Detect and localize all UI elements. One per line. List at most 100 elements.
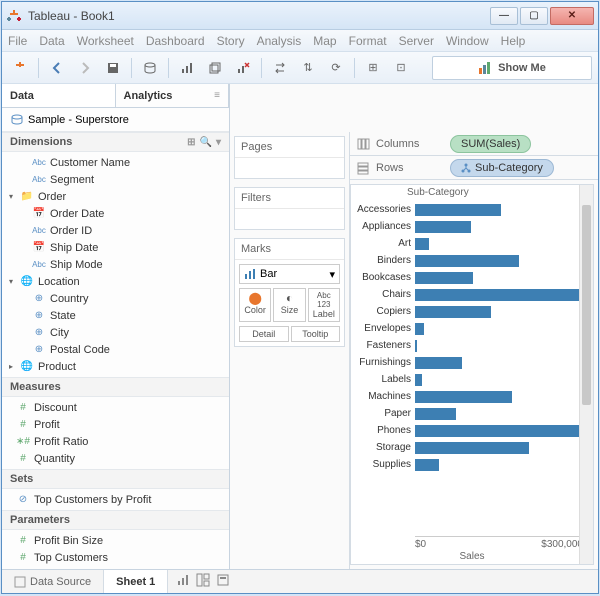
dimensions-menu-icon[interactable]: ▾: [216, 137, 221, 148]
bar-fill[interactable]: [415, 374, 422, 386]
new-datasource-button[interactable]: [138, 56, 162, 80]
folder-order[interactable]: ▾📁Order: [2, 188, 229, 205]
bar-fill[interactable]: [415, 459, 439, 471]
columns-shelf[interactable]: Columns SUM(Sales): [350, 132, 598, 156]
visualization[interactable]: Sub-Category AccessoriesAppliancesArtBin…: [350, 184, 594, 565]
menu-window[interactable]: Window: [446, 34, 489, 48]
bar-row[interactable]: Fasteners: [351, 337, 593, 354]
bar-fill[interactable]: [415, 289, 583, 301]
show-me-button[interactable]: Show Me: [432, 56, 592, 80]
bar-row[interactable]: Bookcases: [351, 269, 593, 286]
bar-fill[interactable]: [415, 255, 519, 267]
bar-row[interactable]: Labels: [351, 371, 593, 388]
bar-fill[interactable]: [415, 425, 583, 437]
menu-map[interactable]: Map: [313, 34, 336, 48]
tooltip-button[interactable]: Tooltip: [291, 326, 341, 342]
rows-shelf[interactable]: Rows Sub-Category: [350, 156, 598, 180]
fit-button[interactable]: ⊡: [389, 56, 413, 80]
bar-row[interactable]: Chairs: [351, 286, 593, 303]
bar-row[interactable]: Appliances: [351, 218, 593, 235]
bar-row[interactable]: Storage: [351, 439, 593, 456]
bar-fill[interactable]: [415, 272, 473, 284]
bar-row[interactable]: Phones: [351, 422, 593, 439]
vertical-scrollbar[interactable]: [579, 185, 593, 564]
refresh-button[interactable]: ⟳: [324, 56, 348, 80]
datasource-item[interactable]: Sample - Superstore: [2, 108, 229, 132]
swap-button[interactable]: [268, 56, 292, 80]
bar-fill[interactable]: [415, 442, 529, 454]
new-dashboard-tab-button[interactable]: [196, 573, 210, 590]
forward-button[interactable]: [73, 56, 97, 80]
field-discount[interactable]: #Discount: [2, 399, 229, 416]
field-ship-mode[interactable]: AbcShip Mode: [2, 256, 229, 273]
bar-row[interactable]: Accessories: [351, 201, 593, 218]
bar-fill[interactable]: [415, 323, 424, 335]
bar-row[interactable]: Binders: [351, 252, 593, 269]
analytics-menu-icon[interactable]: ≡: [214, 90, 220, 101]
tab-datasource[interactable]: Data Source: [2, 570, 104, 593]
menu-data[interactable]: Data: [39, 34, 64, 48]
bar-row[interactable]: Envelopes: [351, 320, 593, 337]
columns-pill-sum-sales[interactable]: SUM(Sales): [450, 135, 531, 153]
new-worksheet-button[interactable]: [175, 56, 199, 80]
rows-pill-sub-category[interactable]: Sub-Category: [450, 159, 554, 177]
detail-button[interactable]: Detail: [239, 326, 289, 342]
folder-product[interactable]: ▸🌐Product: [2, 358, 229, 375]
minimize-button[interactable]: —: [490, 7, 518, 25]
bar-row[interactable]: Art: [351, 235, 593, 252]
bar-row[interactable]: Furnishings: [351, 354, 593, 371]
field-postal-code[interactable]: ⊕Postal Code: [2, 341, 229, 358]
tab-data[interactable]: Data: [2, 84, 116, 107]
back-button[interactable]: [45, 56, 69, 80]
close-button[interactable]: ✕: [550, 7, 594, 25]
tableau-icon[interactable]: [8, 56, 32, 80]
bar-row[interactable]: Machines: [351, 388, 593, 405]
size-button[interactable]: ◐Size: [273, 288, 305, 322]
bar-fill[interactable]: [415, 204, 501, 216]
tab-analytics[interactable]: Analytics≡: [116, 84, 230, 107]
field-state[interactable]: ⊕State: [2, 307, 229, 324]
field-country[interactable]: ⊕Country: [2, 290, 229, 307]
menu-analysis[interactable]: Analysis: [257, 34, 302, 48]
clear-button[interactable]: [231, 56, 255, 80]
dimensions-filter-icon[interactable]: ⊞: [187, 137, 195, 148]
bar-fill[interactable]: [415, 357, 462, 369]
dimensions-search-icon[interactable]: 🔍: [200, 137, 212, 148]
set-top-customers-profit[interactable]: ⊘Top Customers by Profit: [2, 491, 229, 508]
field-order-id[interactable]: AbcOrder ID: [2, 222, 229, 239]
duplicate-button[interactable]: [203, 56, 227, 80]
field-segment[interactable]: AbcSegment: [2, 171, 229, 188]
menu-story[interactable]: Story: [217, 34, 245, 48]
mark-type-select[interactable]: Bar ▾: [239, 264, 340, 284]
menu-file[interactable]: File: [8, 34, 27, 48]
pages-card[interactable]: Pages: [234, 136, 345, 179]
field-city[interactable]: ⊕City: [2, 324, 229, 341]
field-profit-ratio[interactable]: ∗#Profit Ratio: [2, 433, 229, 450]
menu-server[interactable]: Server: [399, 34, 434, 48]
bar-row[interactable]: Paper: [351, 405, 593, 422]
menu-format[interactable]: Format: [349, 34, 387, 48]
field-ship-date[interactable]: 📅Ship Date: [2, 239, 229, 256]
bar-row[interactable]: Copiers: [351, 303, 593, 320]
bar-fill[interactable]: [415, 238, 429, 250]
new-story-tab-button[interactable]: [216, 573, 230, 590]
scrollbar-thumb[interactable]: [582, 205, 591, 405]
bar-fill[interactable]: [415, 340, 417, 352]
maximize-button[interactable]: ▢: [520, 7, 548, 25]
filters-card[interactable]: Filters: [234, 187, 345, 230]
bar-fill[interactable]: [415, 408, 456, 420]
bar-fill[interactable]: [415, 221, 471, 233]
group-button[interactable]: ⊞: [361, 56, 385, 80]
field-profit[interactable]: #Profit: [2, 416, 229, 433]
sort-asc-button[interactable]: ⇅: [296, 56, 320, 80]
field-quantity[interactable]: #Quantity: [2, 450, 229, 467]
new-worksheet-tab-button[interactable]: [176, 573, 190, 590]
field-customer-name[interactable]: AbcCustomer Name: [2, 154, 229, 171]
save-button[interactable]: [101, 56, 125, 80]
bar-row[interactable]: Supplies: [351, 456, 593, 473]
param-profit-bin-size[interactable]: #Profit Bin Size: [2, 532, 229, 549]
bar-fill[interactable]: [415, 391, 512, 403]
label-button[interactable]: Abc123Label: [308, 288, 340, 322]
menu-worksheet[interactable]: Worksheet: [77, 34, 134, 48]
menu-dashboard[interactable]: Dashboard: [146, 34, 205, 48]
